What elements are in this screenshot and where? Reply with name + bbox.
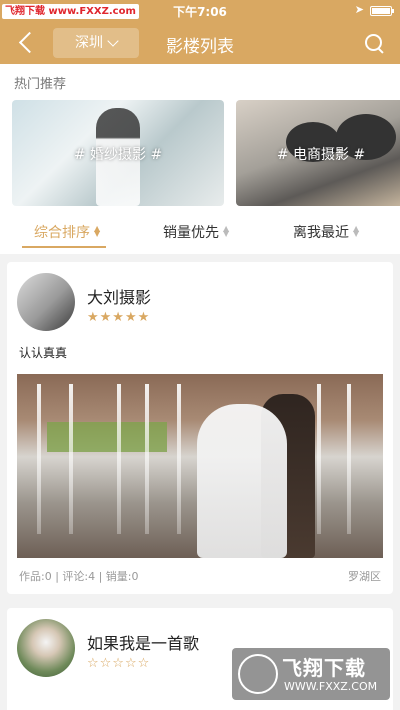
status-bar: 飞翔下载 www.FXXZ.com 下午7:06 ➤ (0, 0, 400, 22)
sort-arrows-icon: ▲ ▼ (353, 224, 360, 238)
hot-title: 热门推荐 (14, 77, 67, 92)
location-arrow-icon: ➤ (354, 3, 364, 16)
sort-arrows-icon: ▲ ▼ (223, 224, 230, 238)
watermark-sub: WWW.FXXZ.COM (284, 680, 378, 693)
sort-sales[interactable]: 销量优先 ▲ ▼ (163, 222, 229, 246)
status-time: 下午7:06 (173, 5, 227, 19)
sort-nearest[interactable]: 离我最近 ▲ ▼ (293, 222, 359, 246)
photo-grass (47, 422, 167, 452)
photo-fountain (145, 384, 149, 534)
photo-fountain (177, 384, 181, 534)
banner-ecommerce[interactable]: # 电商摄影 # (236, 100, 400, 206)
sort-comprehensive[interactable]: 综合排序 ▲ ▼ (34, 222, 100, 246)
photo-fountain (317, 384, 321, 534)
studio-description: 认认真真 (19, 346, 68, 360)
hot-section: 热门推荐 # 婚纱摄影 # # 电商摄影 # 综合排序 ▲ ▼ 销量优先 ▲ ▼ 离我最… (0, 64, 400, 254)
studio-name: 大刘摄影 (87, 288, 152, 307)
nav-bar: 深圳 影楼列表 (0, 22, 400, 64)
sort-label: 综合排序 (34, 225, 90, 241)
sort-active-indicator (22, 246, 106, 248)
sort-bar: 综合排序 ▲ ▼ 销量优先 ▲ ▼ 离我最近 ▲ ▼ (0, 214, 400, 254)
sort-label: 离我最近 (293, 225, 349, 241)
photo-fountain (117, 384, 121, 534)
photo-fountain (37, 384, 41, 534)
page-title: 影楼列表 (166, 37, 234, 57)
photo-bride (197, 404, 287, 558)
sort-arrows-icon: ▲ ▼ (94, 224, 101, 238)
watermark-overlay: 飞翔下载 WWW.FXXZ.COM (232, 648, 390, 700)
banner-wedding[interactable]: # 婚纱摄影 # (12, 100, 224, 206)
studio-card[interactable]: 大刘摄影 ★★★★★ 认认真真 作品:0 | 评论:4 | 销量:0 罗湖区 (7, 262, 393, 594)
photo-fountain (69, 384, 73, 534)
avatar (17, 273, 75, 331)
watermark-main: 飞翔下载 (282, 656, 366, 680)
photo-fountain (347, 384, 351, 534)
studio-photo[interactable] (17, 374, 383, 558)
search-icon[interactable] (362, 31, 386, 55)
avatar (17, 619, 75, 677)
battery-icon (370, 6, 394, 16)
studio-stats: 作品:0 | 评论:4 | 销量:0 (19, 570, 139, 583)
sort-label: 销量优先 (163, 225, 219, 241)
studio-district: 罗湖区 (348, 570, 381, 583)
banner-tag: # 婚纱摄影 # (73, 147, 163, 163)
watermark-logo-icon (238, 654, 278, 694)
studio-name: 如果我是一首歌 (87, 634, 200, 653)
banner-tag: # 电商摄影 # (276, 147, 366, 163)
rating-stars: ☆☆☆☆☆ (87, 656, 151, 671)
rating-stars: ★★★★★ (87, 310, 151, 325)
